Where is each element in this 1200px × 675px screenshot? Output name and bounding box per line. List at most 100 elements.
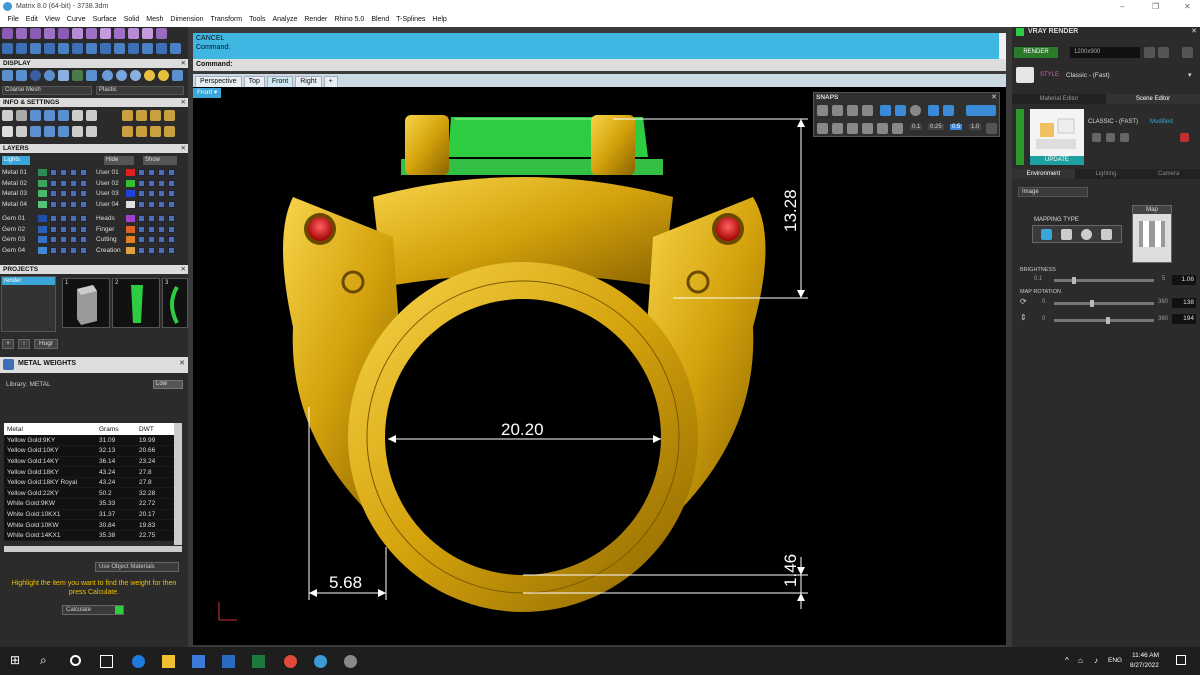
info-ring-3-icon[interactable] [58,126,69,137]
close-icon[interactable]: ✕ [181,144,186,153]
layer-edit-icon[interactable] [168,179,175,187]
group-tool-icon[interactable] [114,43,125,54]
map-preview[interactable]: Map [1132,205,1172,263]
network-icon[interactable]: ⌂ [1078,656,1083,665]
rotation-1-value[interactable]: 138 [1172,298,1196,308]
tab-scene-editor[interactable]: Scene Editor [1106,94,1200,104]
menu-blend[interactable]: Blend [368,13,393,27]
layer-select-icon[interactable] [158,225,165,233]
close-icon[interactable]: ✕ [1184,0,1191,13]
scale-tool-icon[interactable] [44,43,55,54]
rotation-2-value[interactable]: 194 [1172,314,1196,324]
layer-select-icon[interactable] [70,246,77,254]
metal-sphere-icon[interactable] [102,70,113,81]
layer-visible-icon[interactable] [138,190,145,197]
layer-lock-icon[interactable] [148,169,155,176]
shaded-icon[interactable] [16,70,27,81]
layer-select-icon[interactable] [158,190,165,197]
preset-delete-icon[interactable] [1180,133,1189,142]
layer-visible-icon[interactable] [138,215,145,222]
layer-row[interactable]: Metal 01 [2,168,90,177]
layer-color-swatch[interactable] [126,179,135,187]
info-gold-5-icon[interactable] [122,126,133,137]
viewport-label[interactable]: Front ▾ [193,88,222,98]
cortana-icon[interactable] [70,655,81,666]
rotate-tool-icon[interactable] [30,43,41,54]
layer-lock-icon[interactable] [148,246,155,254]
layer-lock-icon[interactable] [60,169,67,176]
brightness-knob[interactable] [1072,277,1076,284]
col-grams[interactable]: Grams [96,423,136,435]
layer-visible-icon[interactable] [50,246,57,254]
front-viewport[interactable]: 13.28 20.20 5.68 1.46 [193,87,1006,645]
layer-row[interactable]: User 01 [96,168,184,177]
layer-visible-icon[interactable] [50,200,57,208]
layer-row[interactable]: Metal 04 [2,200,90,209]
layer-edit-icon[interactable] [80,246,87,254]
tab-perspective[interactable]: Perspective [195,76,242,87]
volume-icon[interactable]: ♪ [1094,656,1098,665]
layer-color-swatch[interactable] [38,215,47,222]
layer-select-icon[interactable] [70,200,77,208]
excel-icon[interactable] [252,655,265,668]
layer-row[interactable]: User 02 [96,179,184,188]
layer-row[interactable]: Gem 02 [2,225,90,234]
snap-int-icon[interactable] [895,105,906,116]
menu-tsplines[interactable]: T-Splines [393,13,429,27]
layer-row[interactable]: Metal 03 [2,189,90,198]
layer-edit-icon[interactable] [168,215,175,222]
info-gold-8-icon[interactable] [164,126,175,137]
project-thumb-2[interactable]: 2 [112,278,160,328]
info-object-icon[interactable] [44,110,55,121]
sphere-icon[interactable] [30,70,41,81]
layer-color-swatch[interactable] [126,236,135,243]
info-grid-icon[interactable] [86,110,97,121]
curve-tool-icon[interactable] [2,28,13,39]
menu-transform[interactable]: Transform [207,13,246,27]
table-row[interactable]: White Gold:9KW 35.33 22.72 [4,498,174,510]
layer-color-swatch[interactable] [38,190,47,197]
close-icon[interactable]: ✕ [181,59,186,68]
table-row[interactable]: Yellow Gold:10KY 32.13 20.66 [4,445,174,457]
use-materials-select[interactable]: Use Object Materials [95,562,179,572]
layer-select-icon[interactable] [70,169,77,176]
chevron-down-icon[interactable]: ▾ [1188,71,1192,79]
snap-gumball-icon[interactable] [892,123,903,134]
command-scrollbar[interactable] [999,33,1006,59]
layer-select-icon[interactable] [70,190,77,197]
show-button[interactable]: Show [143,156,177,165]
info-gem-icon[interactable] [58,110,69,121]
project-thumb-1[interactable]: 1 [62,278,110,328]
clock-date[interactable]: 8/27/2022 [1130,662,1159,669]
layer-edit-icon[interactable] [168,246,175,254]
layer-row[interactable]: Gem 01 [2,214,90,223]
menu-surface[interactable]: Surface [89,13,120,27]
snap-value-4[interactable]: 1.0 [969,124,982,130]
snap-cen-icon[interactable] [880,105,891,116]
snap-perp-icon[interactable] [928,105,939,116]
map-sphere-icon[interactable] [1081,229,1092,240]
menu-edit[interactable]: Edit [22,13,41,27]
select-tool-icon[interactable] [2,43,13,54]
info-gold-7-icon[interactable] [150,126,161,137]
map-flat-icon[interactable] [1041,229,1052,240]
layer-edit-icon[interactable] [80,215,87,222]
restore-icon[interactable]: ❐ [1152,0,1159,13]
layer-visible-icon[interactable] [50,215,57,222]
snap-ortho-icon[interactable] [832,123,843,134]
info-chart-icon[interactable] [16,126,27,137]
add-project-button[interactable]: + [2,339,14,349]
close-icon[interactable]: ✕ [181,265,186,274]
layer-edit-icon[interactable] [80,179,87,187]
gold-sphere-2-icon[interactable] [158,70,169,81]
layer-select-icon[interactable] [158,200,165,208]
menu-dimension[interactable]: Dimension [167,13,207,27]
layer-edit-icon[interactable] [168,225,175,233]
language-indicator[interactable]: ENG [1108,657,1122,664]
layer-color-swatch[interactable] [126,215,135,222]
layer-select-icon[interactable] [70,225,77,233]
move-tool-icon[interactable] [16,43,27,54]
layer-color-swatch[interactable] [38,246,47,254]
layer-select-icon[interactable] [70,236,77,243]
layer-row[interactable]: Gem 04 [2,246,90,255]
